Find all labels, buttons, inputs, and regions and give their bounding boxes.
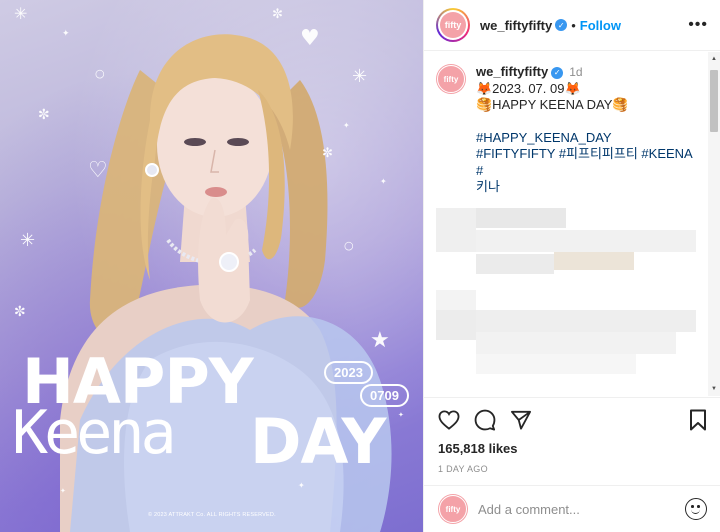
bookmark-icon[interactable]: [689, 409, 707, 431]
post-image[interactable]: ✳ ✼ ♥ ✦ ○ ✳ ✼ ✦ ✼ ♡ ✦ ✳ ○ ✼ ★ ✦ ✦ ✦ HAPP…: [0, 0, 423, 532]
blurred-comment: [476, 208, 566, 228]
blurred-comment: [476, 230, 696, 252]
blurred-comment: [476, 310, 696, 332]
hashtag-link[interactable]: #FIFTYFIFTY #피프티피프티 #KEENA #: [476, 146, 696, 179]
heart-icon: ♥: [300, 26, 320, 51]
blurred-comment: [476, 254, 554, 274]
commenter-avatar: fifty: [438, 494, 468, 524]
sparkle-icon: ✼: [272, 7, 283, 22]
likes-count[interactable]: 165,818 likes: [438, 441, 707, 456]
instagram-post-dialog: ✳ ✼ ♥ ✦ ○ ✳ ✼ ✦ ✼ ♡ ✦ ✳ ○ ✼ ★ ✦ ✦ ✦ HAPP…: [0, 0, 720, 532]
separator-dot: •: [571, 17, 576, 33]
blurred-comment: [436, 310, 476, 340]
caption-line-title: 🥞HAPPY KEENA DAY🥞: [476, 97, 629, 112]
sparkle-icon: ✳: [20, 230, 36, 251]
username-link[interactable]: we_fiftyfifty: [480, 18, 552, 33]
emoji-icon[interactable]: [685, 498, 707, 520]
post-actions: 165,818 likes 1 DAY AGO: [424, 397, 720, 474]
follow-button[interactable]: Follow: [580, 18, 621, 33]
sparkle-icon: ✦: [62, 29, 70, 39]
heart-outline-icon: ♡: [88, 158, 108, 183]
verified-badge-icon: ✓: [551, 67, 564, 80]
blurred-comment: [476, 332, 676, 354]
sparkle-icon: ✦: [398, 411, 404, 419]
sparkle-icon: ✳: [14, 4, 28, 23]
copyright-text: © 2023 ATTRAKT Co. ALL RIGHTS RESERVED.: [148, 512, 276, 518]
avatar-ring: fifty: [438, 10, 468, 40]
sparkle-icon: ✦: [343, 121, 350, 130]
caption: fifty we_fiftyfifty ✓ 1d 🦊2023. 07. 09🦊 🥞H…: [424, 52, 720, 196]
sparkle-icon: ✼: [322, 146, 333, 161]
sparkle-icon: ✦: [380, 177, 387, 186]
blurred-comment: [476, 354, 636, 374]
like-heart-icon[interactable]: [438, 410, 460, 430]
add-comment-bar: fifty: [424, 485, 720, 532]
circle-icon: ○: [95, 67, 105, 80]
post-timestamp[interactable]: 1 DAY AGO: [438, 464, 707, 474]
scroll-down-icon[interactable]: ▼: [711, 386, 717, 392]
date-badge: 0709: [360, 384, 409, 407]
more-options-icon[interactable]: •••: [688, 16, 708, 34]
sparkle-icon: ✦: [60, 487, 66, 495]
caption-avatar[interactable]: fifty: [436, 64, 466, 94]
post-header: fifty we_fiftyfifty ✓ • Follow •••: [424, 0, 720, 51]
comment-input[interactable]: [478, 501, 685, 517]
scroll-up-icon[interactable]: ▲: [711, 56, 717, 62]
circle-icon: ○: [344, 239, 354, 252]
verified-badge-icon: ✓: [555, 19, 568, 31]
sparkle-icon: ✦: [298, 481, 305, 490]
fiftyfifty-logo: fifty: [437, 65, 465, 93]
comments-panel: fifty we_fiftyfifty ✓ 1d 🦊2023. 07. 09🦊 🥞H…: [424, 52, 720, 396]
blurred-comment: [436, 290, 476, 310]
caption-time[interactable]: 1d: [569, 65, 582, 79]
share-icon[interactable]: [510, 410, 532, 430]
blurred-comment: [436, 208, 476, 252]
hashtag-link[interactable]: #HAPPY_KEENA_DAY: [476, 130, 696, 147]
year-badge: 2023: [324, 361, 373, 384]
comment-icon[interactable]: [474, 409, 496, 431]
fiftyfifty-logo: fifty: [439, 495, 467, 523]
avatar[interactable]: fifty: [436, 8, 470, 42]
caption-body: we_fiftyfifty ✓ 1d 🦊2023. 07. 09🦊 🥞HAPPY K…: [476, 64, 696, 196]
headline-keena: Keena: [12, 398, 177, 468]
comments-scrollbar[interactable]: ▲ ▼: [708, 52, 720, 396]
scrollbar-thumb[interactable]: [710, 70, 718, 132]
action-icons: [438, 408, 707, 432]
fiftyfifty-logo: fifty: [440, 12, 466, 38]
star-icon: ★: [370, 328, 390, 353]
hashtag-link[interactable]: 키나: [476, 179, 696, 196]
sparkle-icon: ✳: [352, 66, 368, 87]
caption-username-link[interactable]: we_fiftyfifty: [476, 64, 548, 79]
headline-day: DAY: [250, 405, 386, 478]
sparkle-icon: ✼: [14, 304, 26, 320]
caption-line-date: 🦊2023. 07. 09🦊: [476, 80, 581, 96]
blurred-comment: [554, 252, 634, 270]
sparkle-icon: ✼: [38, 107, 50, 123]
post-sidebar: fifty we_fiftyfifty ✓ • Follow ••• fifty…: [423, 0, 720, 532]
